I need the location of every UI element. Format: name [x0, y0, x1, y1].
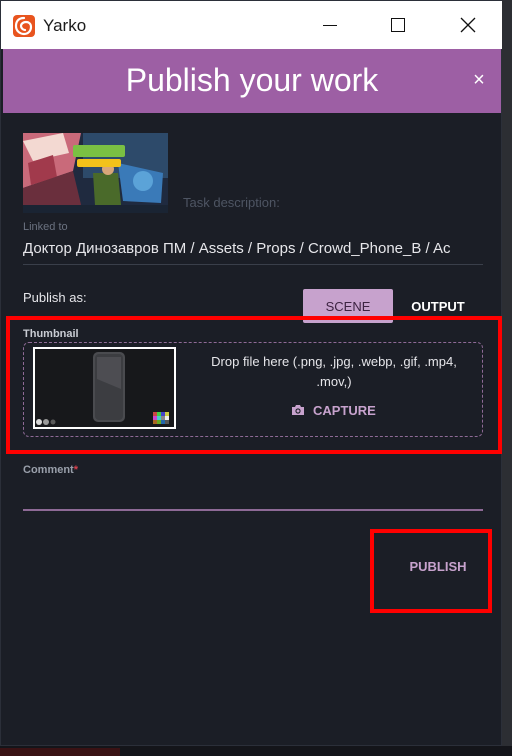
- background-accent: [0, 748, 120, 756]
- maximize-icon[interactable]: [375, 1, 421, 49]
- publish-highlight-box: [370, 529, 492, 613]
- comment-field[interactable]: [23, 481, 483, 511]
- task-preview-image: [23, 133, 168, 213]
- task-description-label: Task description:: [183, 195, 280, 210]
- thumbnail-highlight-box: [6, 316, 502, 454]
- required-mark: *: [73, 464, 79, 476]
- dialog-header: Publish your work ×: [3, 49, 501, 113]
- dialog-close-icon[interactable]: ×: [469, 69, 489, 91]
- linked-path[interactable]: Доктор Динозавров ПМ / Assets / Props / …: [23, 240, 483, 257]
- app-logo-icon: [13, 15, 35, 37]
- divider: [23, 264, 483, 265]
- comment-label: Comment*: [23, 464, 78, 476]
- app-title: Yarko: [43, 16, 87, 35]
- close-icon[interactable]: [445, 1, 491, 49]
- page-title: Publish your work: [125, 62, 379, 98]
- comment-label-text: Comment: [23, 464, 74, 476]
- publish-as-label: Publish as:: [23, 290, 87, 305]
- title-bar[interactable]: Yarko: [1, 1, 503, 49]
- background-desktop: [502, 0, 512, 756]
- linked-to-label: Linked to: [23, 221, 68, 233]
- minimize-icon[interactable]: [307, 1, 353, 49]
